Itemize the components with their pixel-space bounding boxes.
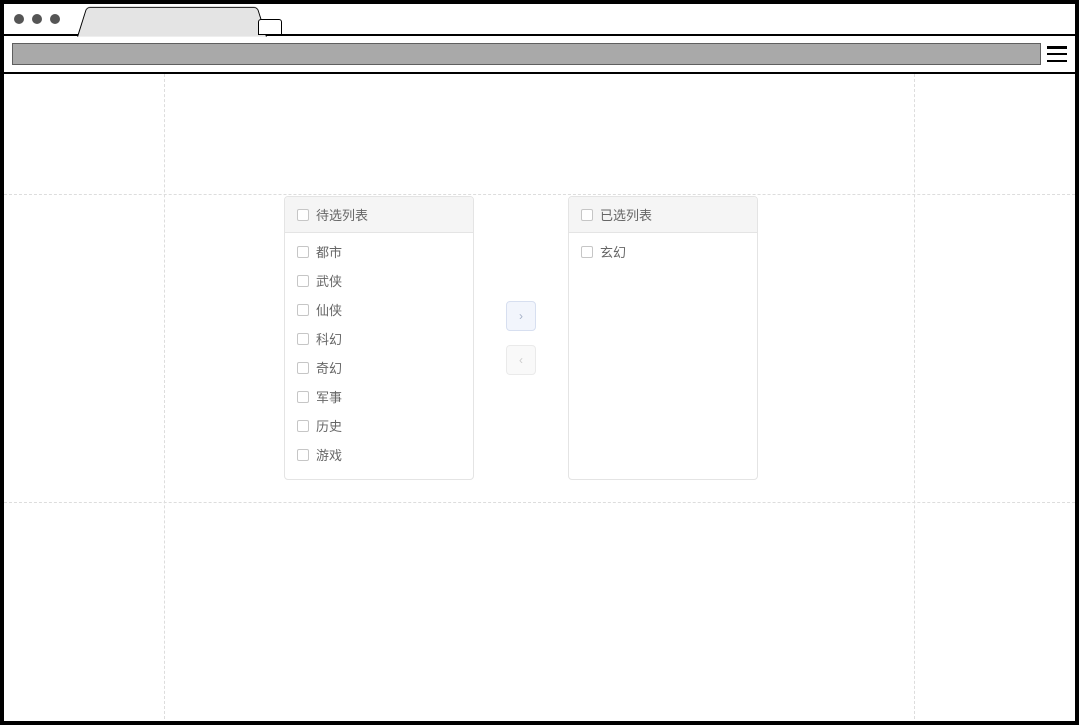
- source-panel-title: 待选列表: [316, 205, 368, 224]
- chevron-left-icon: ‹: [519, 353, 523, 367]
- list-item[interactable]: 历史: [285, 411, 473, 440]
- item-checkbox[interactable]: [297, 449, 309, 461]
- item-label: 都市: [316, 242, 342, 261]
- layout-guide: [914, 74, 915, 719]
- window-control-dot[interactable]: [14, 14, 24, 24]
- list-item[interactable]: 武侠: [285, 266, 473, 295]
- source-panel: 待选列表 都市武侠仙侠科幻奇幻军事历史游戏: [284, 196, 474, 480]
- item-label: 历史: [316, 416, 342, 435]
- select-all-checkbox[interactable]: [581, 209, 593, 221]
- item-checkbox[interactable]: [297, 420, 309, 432]
- target-panel-title: 已选列表: [600, 205, 652, 224]
- item-label: 奇幻: [316, 358, 342, 377]
- item-checkbox[interactable]: [297, 362, 309, 374]
- list-item[interactable]: 奇幻: [285, 353, 473, 382]
- list-item[interactable]: 都市: [285, 237, 473, 266]
- item-label: 军事: [316, 387, 342, 406]
- layout-guide: [164, 74, 165, 719]
- item-checkbox[interactable]: [297, 391, 309, 403]
- new-tab-button[interactable]: [258, 19, 282, 35]
- item-label: 玄幻: [600, 242, 626, 261]
- target-panel-header: 已选列表: [569, 197, 757, 233]
- select-all-checkbox[interactable]: [297, 209, 309, 221]
- target-list[interactable]: 玄幻: [569, 233, 757, 479]
- window-control-dot[interactable]: [32, 14, 42, 24]
- list-item[interactable]: 仙侠: [285, 295, 473, 324]
- item-checkbox[interactable]: [297, 304, 309, 316]
- transfer-controls: › ‹: [506, 301, 536, 375]
- move-left-button[interactable]: ‹: [506, 345, 536, 375]
- url-bar[interactable]: [12, 43, 1041, 65]
- source-panel-header: 待选列表: [285, 197, 473, 233]
- list-item[interactable]: 科幻: [285, 324, 473, 353]
- browser-toolbar: [4, 36, 1075, 74]
- move-right-button[interactable]: ›: [506, 301, 536, 331]
- target-panel: 已选列表 玄幻: [568, 196, 758, 480]
- item-checkbox[interactable]: [297, 246, 309, 258]
- item-label: 武侠: [316, 271, 342, 290]
- list-item[interactable]: 游戏: [285, 440, 473, 469]
- menu-icon[interactable]: [1047, 46, 1067, 62]
- page-content: 待选列表 都市武侠仙侠科幻奇幻军事历史游戏 › ‹ 已选列表 玄幻: [4, 74, 1075, 719]
- item-checkbox[interactable]: [581, 246, 593, 258]
- browser-tabbar: [4, 4, 1075, 36]
- chevron-right-icon: ›: [519, 309, 523, 323]
- item-label: 游戏: [316, 445, 342, 464]
- list-item[interactable]: 军事: [285, 382, 473, 411]
- transfer-component: 待选列表 都市武侠仙侠科幻奇幻军事历史游戏 › ‹ 已选列表 玄幻: [284, 196, 758, 480]
- browser-window: 待选列表 都市武侠仙侠科幻奇幻军事历史游戏 › ‹ 已选列表 玄幻: [0, 0, 1079, 725]
- item-label: 科幻: [316, 329, 342, 348]
- list-item[interactable]: 玄幻: [569, 237, 757, 266]
- item-checkbox[interactable]: [297, 333, 309, 345]
- source-list[interactable]: 都市武侠仙侠科幻奇幻军事历史游戏: [285, 233, 473, 479]
- window-control-dot[interactable]: [50, 14, 60, 24]
- item-checkbox[interactable]: [297, 275, 309, 287]
- item-label: 仙侠: [316, 300, 342, 319]
- browser-tab[interactable]: [77, 7, 267, 37]
